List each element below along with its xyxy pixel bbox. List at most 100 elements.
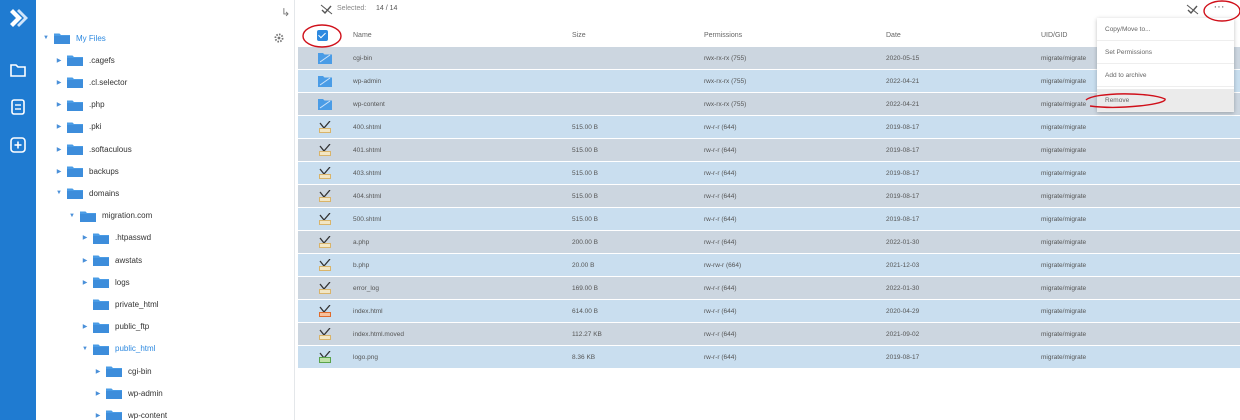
tree-item-label: .htpasswd: [115, 233, 152, 243]
selected-label: Selected:: [337, 5, 367, 12]
chevron-right-icon[interactable]: ▶: [79, 279, 91, 286]
file-name: 404.shtml: [353, 193, 382, 200]
file-name: 401.shtml: [353, 147, 382, 154]
tree-item[interactable]: ▶ .cl.selector: [53, 71, 127, 93]
folder-icon: [106, 409, 122, 420]
file-date: 2020-05-15: [886, 55, 920, 62]
chevron-down-icon[interactable]: ▼: [79, 346, 91, 352]
tree-item[interactable]: ▼ public_html: [79, 338, 155, 360]
column-header-date[interactable]: Date: [886, 32, 901, 39]
chevron-right-icon[interactable]: ▶: [92, 368, 104, 375]
select-all-checkbox[interactable]: [317, 30, 328, 41]
app-sidebar: [0, 0, 36, 420]
table-row[interactable]: logo.png 8.36 KB rw-r-r (644) 2019-08-17 mig…: [298, 346, 1240, 369]
tree-item[interactable]: ▶ wp-admin: [92, 382, 163, 404]
collapse-arrow-icon[interactable]: ↳: [281, 6, 293, 19]
table-row[interactable]: index.html.moved 112.27 KB rw-r-r (644) 202…: [298, 323, 1240, 346]
menu-item-remove[interactable]: Remove: [1097, 89, 1234, 112]
file-date: 2019-08-17: [886, 170, 920, 177]
tree-item[interactable]: ▶ logs: [79, 271, 130, 293]
file-date: 2022-01-30: [886, 285, 920, 292]
tree-item[interactable]: ▶ awstats: [79, 249, 142, 271]
table-row[interactable]: b.php 20.00 B rw-rw-r (664) 2021-12-03 migra…: [298, 254, 1240, 277]
file-date: 2019-08-17: [886, 216, 920, 223]
chevron-right-icon[interactable]: ▶: [53, 123, 65, 130]
table-row[interactable]: a.php 200.00 B rw-r-r (644) 2022-01-30 migra…: [298, 231, 1240, 254]
tree-item[interactable]: ▼ domains: [53, 182, 119, 204]
table-row[interactable]: 404.shtml 515.00 B rw-r-r (644) 2019-08-17 m…: [298, 185, 1240, 208]
file-name: index.html.moved: [353, 331, 404, 338]
more-actions-button[interactable]: ···: [1208, 2, 1230, 17]
file-name: error_log: [353, 285, 380, 292]
table-row[interactable]: 400.shtml 515.00 B rw-r-r (644) 2019-08-17 m…: [298, 116, 1240, 139]
tree-item[interactable]: ▶ cgi-bin: [92, 360, 152, 382]
file-icon: [318, 281, 332, 294]
chevron-right-icon[interactable]: ▶: [53, 146, 65, 153]
tree-item[interactable]: ▶ public_ftp: [79, 316, 149, 338]
menu-item-set-permissions[interactable]: Set Permissions: [1097, 41, 1234, 64]
file-name: index.html: [353, 308, 383, 315]
file-name: wp-admin: [353, 78, 382, 85]
file-permissions: rw-r-r (644): [704, 124, 737, 131]
column-header-size[interactable]: Size: [572, 32, 586, 39]
file-size: 8.36 KB: [572, 354, 596, 361]
file-name: 400.shtml: [353, 124, 382, 131]
folder-icon: [67, 76, 83, 89]
deselect-all-icon[interactable]: [1186, 4, 1199, 15]
file-permissions: rw-r-r (644): [704, 216, 737, 223]
app-logo-icon[interactable]: [7, 7, 29, 29]
column-header-owner[interactable]: UID/GID: [1041, 32, 1067, 39]
file-owner: migrate/migrate: [1041, 354, 1087, 361]
column-header-permissions[interactable]: Permissions: [704, 32, 742, 39]
file-permissions: rwx-rx-rx (755): [704, 101, 747, 108]
file-name: logo.png: [353, 354, 378, 361]
chevron-down-icon[interactable]: ▼: [66, 213, 78, 219]
chevron-down-icon[interactable]: ▼: [40, 35, 52, 41]
add-nav-icon[interactable]: [8, 135, 28, 155]
menu-item-add-archive[interactable]: Add to archive: [1097, 64, 1234, 87]
tree-item[interactable]: ▶ .cagefs: [53, 49, 115, 71]
column-header-name[interactable]: Name: [353, 32, 372, 39]
tree-item[interactable]: ▶ backups: [53, 160, 119, 182]
tree-item-label: cgi-bin: [128, 366, 152, 376]
table-row[interactable]: 401.shtml 515.00 B rw-r-r (644) 2019-08-17 m…: [298, 139, 1240, 162]
file-date: 2022-01-30: [886, 239, 920, 246]
tree-item-label: .softaculous: [89, 144, 132, 154]
tree-item[interactable]: ▶ .php: [53, 94, 105, 116]
file-name: 403.shtml: [353, 170, 382, 177]
chevron-right-icon[interactable]: ▶: [79, 301, 91, 308]
tree-item[interactable]: ▶ private_html: [79, 293, 159, 315]
chevron-right-icon[interactable]: ▶: [79, 257, 91, 264]
document-nav-icon[interactable]: [8, 97, 28, 117]
file-manager: ↳ ▼ My Files ▶ .cagefs ▶ .cl.selector ▶ .php ▶ .p…: [0, 0, 1240, 420]
folder-icon: [93, 321, 109, 333]
actions-dropdown: Copy/Move to... Set Permissions Add to a…: [1097, 18, 1234, 112]
chevron-right-icon[interactable]: ▶: [79, 234, 91, 241]
tree-item-label: wp-admin: [128, 388, 163, 398]
chevron-right-icon[interactable]: ▶: [79, 323, 91, 330]
tree-item-label: .cl.selector: [89, 77, 128, 87]
chevron-right-icon[interactable]: ▶: [92, 412, 104, 419]
tree-item[interactable]: ▶ .pki: [53, 116, 101, 138]
file-icon: [318, 166, 332, 179]
file-date: 2022-04-21: [886, 78, 920, 85]
tree-item[interactable]: ▶ wp-content: [92, 404, 167, 420]
menu-item-copy-move[interactable]: Copy/Move to...: [1097, 18, 1234, 41]
table-row[interactable]: index.html 614.00 B rw-r-r (644) 2020-04-29…: [298, 300, 1240, 323]
deselect-icon[interactable]: [320, 4, 333, 15]
table-row[interactable]: 500.shtml 515.00 B rw-r-r (644) 2019-08-17 m…: [298, 208, 1240, 231]
tree-item[interactable]: ▶ .softaculous: [53, 138, 132, 160]
folder-nav-icon[interactable]: [8, 60, 28, 80]
chevron-right-icon[interactable]: ▶: [53, 57, 65, 64]
table-row[interactable]: 403.shtml 515.00 B rw-r-r (644) 2019-08-17 m…: [298, 162, 1240, 185]
chevron-right-icon[interactable]: ▶: [53, 79, 65, 86]
table-row[interactable]: error_log 169.00 B rw-r-r (644) 2022-01-30 m…: [298, 277, 1240, 300]
tree-item[interactable]: ▼ migration.com: [66, 205, 152, 227]
tree-item[interactable]: ▶ .htpasswd: [79, 227, 151, 249]
chevron-right-icon[interactable]: ▶: [53, 168, 65, 175]
chevron-right-icon[interactable]: ▶: [92, 390, 104, 397]
folder-icon: [318, 75, 332, 87]
tree-item-label: logs: [115, 277, 130, 287]
chevron-down-icon[interactable]: ▼: [53, 190, 65, 196]
chevron-right-icon[interactable]: ▶: [53, 101, 65, 108]
